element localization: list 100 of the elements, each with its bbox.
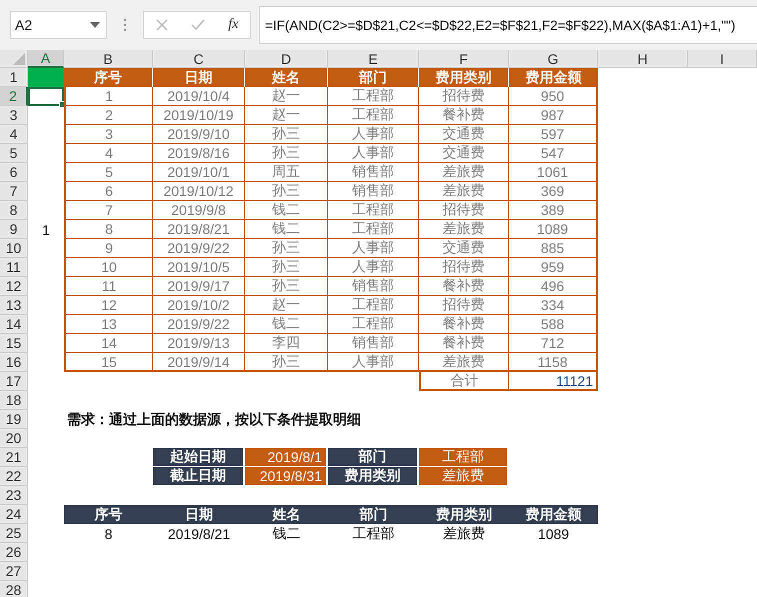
table-cell: 餐补费 xyxy=(419,277,509,296)
row-header[interactable]: 5 xyxy=(0,144,28,163)
table-cell: 9 xyxy=(64,239,153,258)
column-heading: 序号 xyxy=(64,505,153,524)
filled-cell xyxy=(28,68,64,87)
row-header[interactable]: 4 xyxy=(0,125,28,144)
row-header[interactable]: 26 xyxy=(0,543,28,562)
table-cell: 人事部 xyxy=(328,239,419,258)
row-header[interactable]: 2 xyxy=(0,87,28,106)
table-cell: 7 xyxy=(64,201,153,220)
table-cell: 人事部 xyxy=(328,258,419,277)
table-cell: 孙三 xyxy=(245,353,328,372)
table-cell: 销售部 xyxy=(328,182,419,201)
row-header[interactable]: 28 xyxy=(0,581,28,597)
total-label: 合计 xyxy=(419,372,509,391)
row-header[interactable]: 18 xyxy=(0,391,28,410)
row-header[interactable]: 27 xyxy=(0,562,28,581)
table-cell: 334 xyxy=(509,296,598,315)
row-header[interactable]: 3 xyxy=(0,106,28,125)
row-header[interactable]: 25 xyxy=(0,524,28,543)
table-cell: 2019/9/13 xyxy=(153,334,245,353)
column-header[interactable]: H xyxy=(598,50,688,68)
row-header[interactable]: 16 xyxy=(0,353,28,372)
table-cell: 餐补费 xyxy=(419,334,509,353)
row-header[interactable]: 22 xyxy=(0,467,28,486)
table-cell: 工程部 xyxy=(328,296,419,315)
total-value: 11121 xyxy=(509,372,598,391)
table-cell-text: 8 xyxy=(104,524,114,543)
table-cell: 14 xyxy=(64,334,153,353)
drag-handle-icon[interactable] xyxy=(123,18,127,32)
row-header[interactable]: 10 xyxy=(0,239,28,258)
table-cell: 餐补费 xyxy=(419,106,509,125)
table-cell: 10 xyxy=(64,258,153,277)
table-cell-text: 1 xyxy=(41,220,51,239)
formula-field[interactable]: =IF(AND(C2>=$D$21,C2<=$D$22,E2=$F$21,F2=$F$22),MAX($A$1:A1)+1,"") xyxy=(259,6,757,44)
table-cell: 13 xyxy=(64,315,153,334)
row-header[interactable]: 9 xyxy=(0,220,28,239)
table-cell: 12 xyxy=(64,296,153,315)
row-header[interactable]: 20 xyxy=(0,429,28,448)
table-cell: 孙三 xyxy=(245,182,328,201)
column-heading: 姓名 xyxy=(245,505,328,524)
column-header[interactable]: D xyxy=(245,50,328,68)
row-header[interactable]: 23 xyxy=(0,486,28,505)
row-header[interactable]: 1 xyxy=(0,68,28,87)
table-cell: 2019/10/4 xyxy=(153,87,245,106)
row-header[interactable]: 15 xyxy=(0,334,28,353)
table-cell: 差旅费 xyxy=(419,182,509,201)
table-cell: 招待费 xyxy=(419,258,509,277)
table-cell: 赵一 xyxy=(245,106,328,125)
table-cell: 987 xyxy=(509,106,598,125)
column-heading: 姓名 xyxy=(245,68,328,87)
criteria-value: 2019/8/31 xyxy=(245,467,328,486)
table-cell: 人事部 xyxy=(328,353,419,372)
table-cell: 2019/10/1 xyxy=(153,163,245,182)
column-header[interactable]: G xyxy=(509,50,598,68)
table-cell: 1089 xyxy=(509,220,598,239)
column-heading: 部门 xyxy=(328,68,419,87)
row-header[interactable]: 24 xyxy=(0,505,28,524)
table-cell: 2019/9/14 xyxy=(153,353,245,372)
criteria-label: 费用类别 xyxy=(328,467,419,486)
table-cell: 工程部 xyxy=(328,87,419,106)
column-header[interactable]: B xyxy=(64,50,153,68)
row-header[interactable]: 8 xyxy=(0,201,28,220)
row-header[interactable]: 7 xyxy=(0,182,28,201)
table-cell-text: 1089 xyxy=(536,524,570,543)
table-cell: 人事部 xyxy=(328,144,419,163)
selected-cell[interactable] xyxy=(28,87,64,106)
table-cell: 959 xyxy=(509,258,598,277)
column-heading: 日期 xyxy=(153,68,245,87)
table-cell: 交通费 xyxy=(419,239,509,258)
cancel-icon[interactable] xyxy=(156,19,168,31)
row-header[interactable]: 11 xyxy=(0,258,28,277)
table-cell: 885 xyxy=(509,239,598,258)
column-header[interactable]: I xyxy=(688,50,757,68)
row-header[interactable]: 12 xyxy=(0,277,28,296)
column-heading: 费用类别 xyxy=(419,68,509,87)
table-cell: 招待费 xyxy=(419,201,509,220)
row-header[interactable]: 14 xyxy=(0,315,28,334)
table-cell: 597 xyxy=(509,125,598,144)
row-header[interactable]: 19 xyxy=(0,410,28,429)
table-cell: 11 xyxy=(64,277,153,296)
table-cell: 2019/8/21 xyxy=(153,220,245,239)
row-header[interactable]: 21 xyxy=(0,448,28,467)
table-cell: 2019/10/5 xyxy=(153,258,245,277)
table-cell: 孙三 xyxy=(245,277,328,296)
insert-function-button[interactable]: fx xyxy=(228,17,238,33)
column-header[interactable]: C xyxy=(153,50,245,68)
column-header[interactable]: F xyxy=(419,50,509,68)
table-cell: 2019/9/22 xyxy=(153,239,245,258)
name-box[interactable]: A2 xyxy=(10,11,107,39)
select-all-button[interactable] xyxy=(0,50,28,68)
row-header[interactable]: 6 xyxy=(0,163,28,182)
row-header[interactable]: 13 xyxy=(0,296,28,315)
check-icon[interactable] xyxy=(190,19,205,31)
column-header[interactable]: A xyxy=(28,50,64,68)
table-cell: 孙三 xyxy=(245,258,328,277)
row-header[interactable]: 17 xyxy=(0,372,28,391)
column-header[interactable]: E xyxy=(328,50,419,68)
table-cell: 6 xyxy=(64,182,153,201)
table-cell: 赵一 xyxy=(245,87,328,106)
